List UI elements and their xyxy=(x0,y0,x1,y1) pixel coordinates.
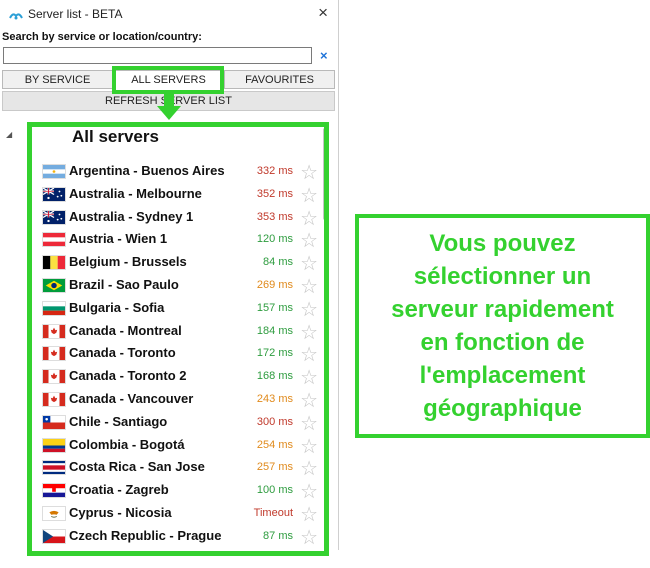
tab-favourites[interactable]: FAVOURITES xyxy=(224,70,335,89)
callout-line: en fonction de xyxy=(420,329,585,356)
clear-search-icon[interactable]: × xyxy=(320,48,328,63)
callout-text: Vous pouvez sélectionner un serveur rapi… xyxy=(381,227,624,425)
app-logo-icon xyxy=(9,8,23,20)
down-arrow-head-icon xyxy=(157,106,181,120)
callout-line: l'emplacement xyxy=(419,362,586,389)
callout-line: serveur rapidement xyxy=(391,296,614,323)
collapse-arrow-icon[interactable]: ◢ xyxy=(6,130,12,139)
title-bar: Server list - BETA × xyxy=(0,0,338,28)
search-input[interactable] xyxy=(3,47,312,64)
list-highlight-box xyxy=(27,122,329,556)
down-arrow-icon xyxy=(164,94,174,106)
search-label: Search by service or location/country: xyxy=(2,31,202,43)
callout-box: Vous pouvez sélectionner un serveur rapi… xyxy=(355,214,650,438)
window-title: Server list - BETA xyxy=(28,7,123,21)
close-icon[interactable]: × xyxy=(318,3,328,23)
tab-highlight-box xyxy=(112,66,224,94)
callout-line: Vous pouvez xyxy=(429,230,576,257)
tab-by-service[interactable]: BY SERVICE xyxy=(2,70,113,89)
callout-line: sélectionner un xyxy=(413,263,592,290)
callout-line: géographique xyxy=(423,395,582,422)
